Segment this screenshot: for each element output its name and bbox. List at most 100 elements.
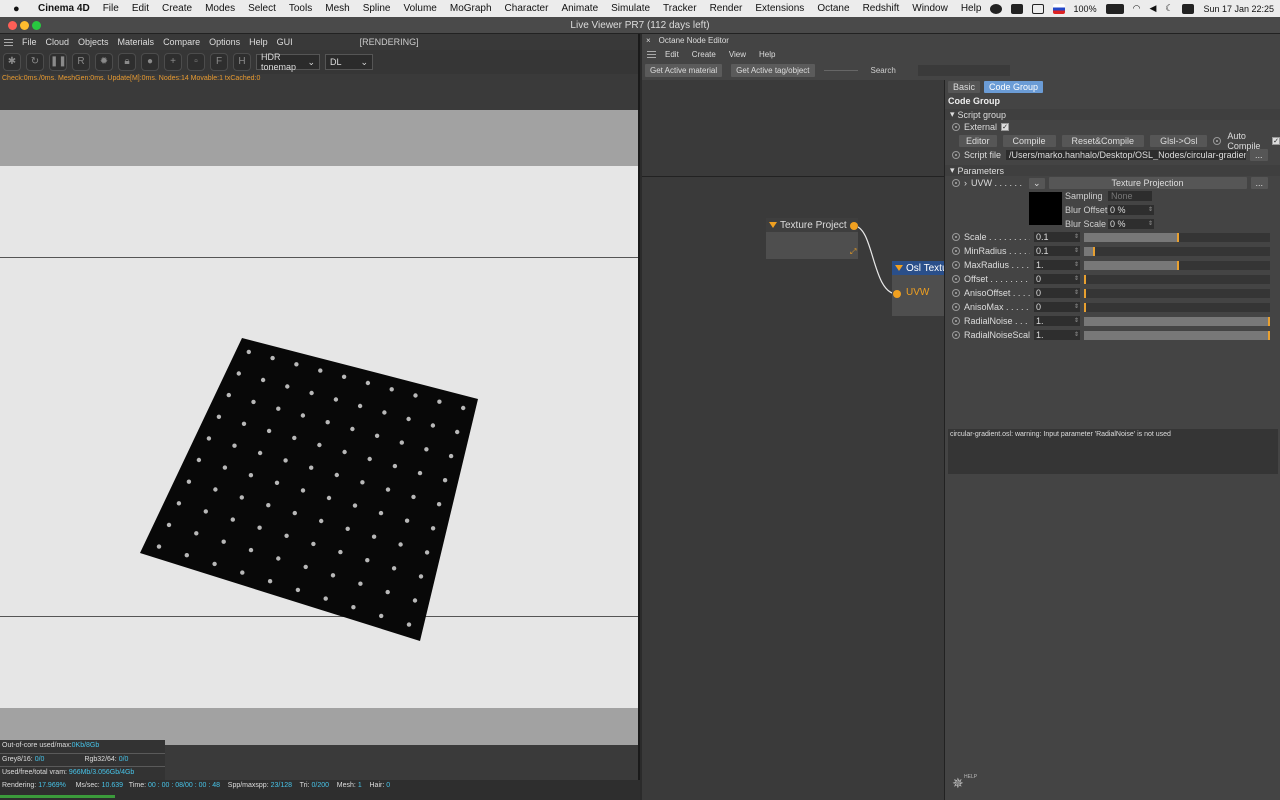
uvw-input-pin[interactable]	[893, 290, 901, 298]
blur-offset-input[interactable]: 0 %	[1108, 205, 1154, 215]
flag-icon[interactable]	[1052, 3, 1065, 14]
volume-icon[interactable]: ◀	[1149, 3, 1156, 14]
menu-animate[interactable]: Animate	[561, 3, 598, 14]
tonemap-select[interactable]: HDR tonemap ⌄	[256, 52, 320, 72]
ne-menu-help[interactable]: Help	[759, 50, 775, 59]
sphere-icon[interactable]: ●	[141, 53, 159, 71]
focus-picker-icon[interactable]: +	[164, 53, 182, 71]
ne-menu-edit[interactable]: Edit	[665, 50, 679, 59]
collapse-triangle-icon[interactable]	[895, 265, 903, 271]
script-file-path[interactable]: /Users/marko.hanhalo/Desktop/OSL_Nodes/c…	[1006, 150, 1246, 160]
lv-menu-materials[interactable]: Materials	[118, 37, 155, 47]
param-slider[interactable]	[1084, 232, 1270, 242]
keyframe-radio[interactable]	[952, 303, 960, 311]
lv-menu-file[interactable]: File	[22, 37, 37, 47]
keyframe-radio[interactable]	[952, 247, 960, 255]
sampling-select[interactable]: None	[1108, 191, 1152, 201]
menu-spline[interactable]: Spline	[363, 3, 391, 14]
menu-simulate[interactable]: Simulate	[611, 3, 650, 14]
restart-icon[interactable]: ↻	[26, 53, 44, 71]
chevron-right-icon[interactable]: ›	[964, 178, 967, 188]
app-name[interactable]: Cinema 4D	[38, 3, 90, 14]
menu-tools[interactable]: Tools	[289, 3, 312, 14]
output-pin[interactable]	[850, 222, 858, 230]
slider-handle[interactable]	[1084, 288, 1086, 298]
browse-button[interactable]: ...	[1250, 149, 1268, 161]
menu-octane[interactable]: Octane	[817, 3, 849, 14]
slider-handle[interactable]	[1177, 232, 1179, 242]
octane-help-logo[interactable]: ✵ HELP	[952, 774, 977, 792]
hamburger-icon[interactable]	[647, 51, 656, 58]
menu-mograph[interactable]: MoGraph	[450, 3, 492, 14]
param-value-input[interactable]: 0	[1034, 274, 1080, 284]
param-value-input[interactable]: 1.	[1034, 330, 1080, 340]
material-picker-icon[interactable]: ▫	[187, 53, 205, 71]
slider-handle[interactable]	[1268, 316, 1270, 326]
lv-menu-options[interactable]: Options	[209, 37, 240, 47]
lv-menu-cloud[interactable]: Cloud	[46, 37, 70, 47]
slider-handle[interactable]	[1093, 246, 1096, 256]
menu-select[interactable]: Select	[248, 3, 276, 14]
keyframe-radio[interactable]	[952, 317, 960, 325]
glsl-to-osl-button[interactable]: Glsl->Osl	[1150, 135, 1208, 147]
menu-volume[interactable]: Volume	[404, 3, 437, 14]
lv-menu-gui[interactable]: GUI	[277, 37, 293, 47]
pause-icon[interactable]: ❚❚	[49, 53, 67, 71]
external-checkbox[interactable]: ✓	[1001, 123, 1010, 131]
tab-basic[interactable]: Basic	[948, 81, 981, 93]
lv-menu-help[interactable]: Help	[249, 37, 268, 47]
param-value-input[interactable]: 1.	[1034, 260, 1080, 270]
menu-edit[interactable]: Edit	[132, 3, 149, 14]
texture-projection-node[interactable]: Texture Project ⤢	[766, 218, 858, 259]
menu-tracker[interactable]: Tracker	[663, 3, 697, 14]
wifi-icon[interactable]: ◠	[1133, 3, 1141, 14]
param-value-input[interactable]: 0.1	[1034, 246, 1080, 256]
menu-window[interactable]: Window	[912, 3, 948, 14]
param-slider[interactable]	[1084, 288, 1270, 298]
osl-texture-node[interactable]: Osl Textu UVW	[892, 261, 944, 316]
search-input[interactable]	[917, 64, 1010, 76]
tab-code-group[interactable]: Code Group	[984, 81, 1044, 93]
hamburger-icon[interactable]	[4, 38, 13, 46]
keyframe-radio[interactable]	[952, 151, 960, 159]
expand-icon[interactable]: ⤢	[850, 247, 856, 257]
battery-icon[interactable]	[1105, 3, 1124, 14]
keyframe-radio[interactable]	[952, 261, 960, 269]
slider-handle[interactable]	[1084, 274, 1086, 284]
reset-compile-button[interactable]: Reset&Compile	[1061, 135, 1145, 147]
node-graph-canvas[interactable]: Texture Project ⤢ Osl Textu UVW	[642, 80, 944, 800]
uvw-more-button[interactable]: ...	[1250, 177, 1269, 189]
param-slider[interactable]	[1084, 316, 1270, 326]
gear-icon[interactable]: ✹	[95, 53, 113, 71]
region-render-icon[interactable]: R	[72, 53, 90, 71]
lv-menu-objects[interactable]: Objects	[78, 37, 109, 47]
menu-create[interactable]: Create	[162, 3, 192, 14]
control-center-icon[interactable]	[1182, 3, 1195, 14]
auto-compile-checkbox[interactable]: ✓	[1272, 137, 1280, 145]
lock-icon[interactable]: 🔒︎	[118, 53, 136, 71]
param-slider[interactable]	[1084, 274, 1270, 284]
menu-character[interactable]: Character	[505, 3, 549, 14]
keyframe-radio[interactable]	[1213, 137, 1222, 145]
apple-icon[interactable]: ●	[13, 3, 27, 15]
render-viewport[interactable]	[0, 110, 638, 745]
menu-redshift[interactable]: Redshift	[863, 3, 900, 14]
ne-menu-create[interactable]: Create	[692, 50, 716, 59]
screen-icon[interactable]	[1031, 3, 1044, 14]
close-icon[interactable]: ×	[646, 36, 651, 45]
battery-percent[interactable]: 100%	[1074, 4, 1097, 14]
menu-help[interactable]: Help	[961, 3, 982, 14]
parameters-header[interactable]: ▾ Parameters	[945, 165, 1280, 176]
filter-icon[interactable]: F	[210, 53, 228, 71]
get-active-material-button[interactable]: Get Active material	[645, 63, 723, 77]
menu-modes[interactable]: Modes	[205, 3, 235, 14]
keyframe-radio[interactable]	[952, 233, 960, 241]
settings-gear-icon[interactable]: ✱	[3, 53, 21, 71]
ne-menu-view[interactable]: View	[729, 50, 746, 59]
collapse-triangle-icon[interactable]	[769, 222, 777, 228]
param-slider[interactable]	[1084, 302, 1270, 312]
compile-button[interactable]: Compile	[1002, 135, 1056, 147]
param-value-input[interactable]: 0	[1034, 288, 1080, 298]
keyframe-radio[interactable]	[952, 123, 960, 131]
cloud-icon[interactable]	[1010, 3, 1023, 14]
